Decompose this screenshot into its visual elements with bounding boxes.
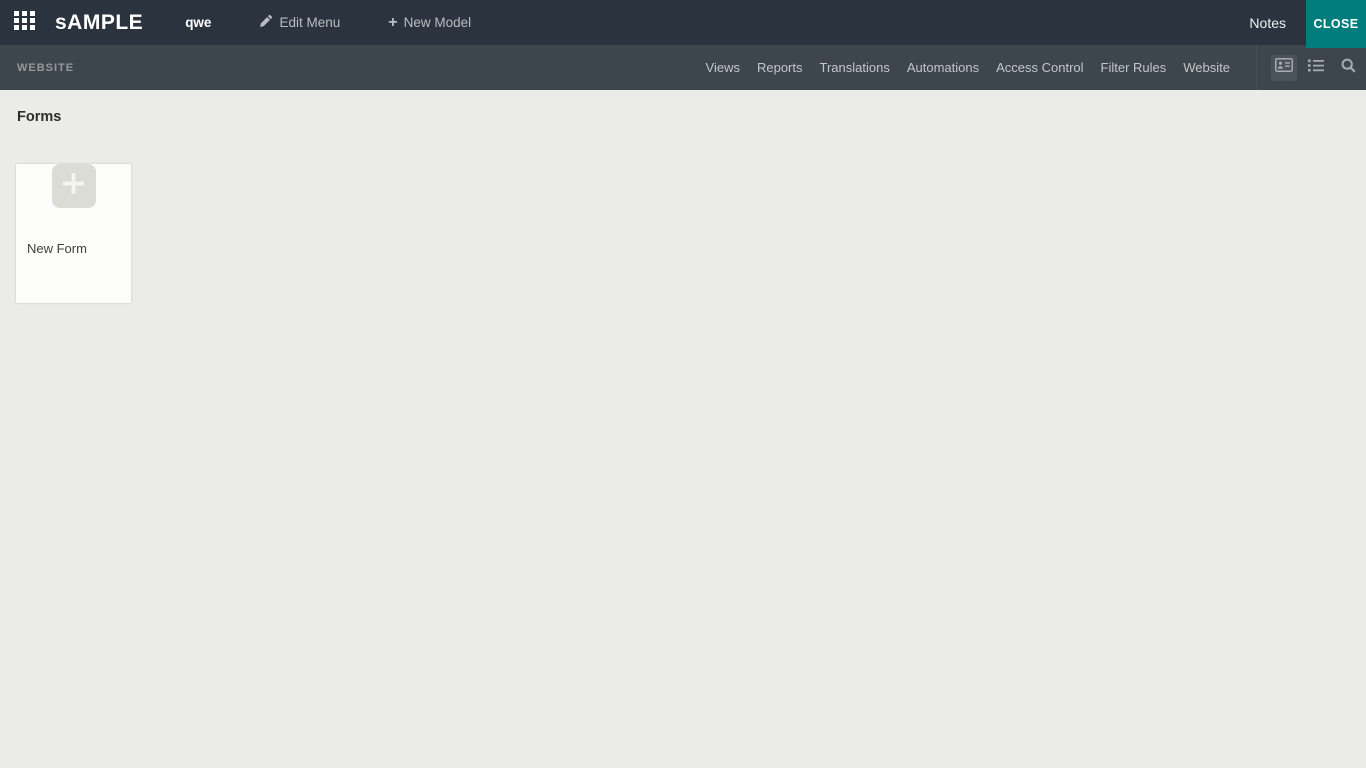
nav-item-website[interactable]: Website — [1183, 60, 1230, 75]
page-title: Forms — [17, 109, 1366, 125]
plus-placeholder — [52, 164, 96, 208]
search-icon — [1341, 58, 1356, 78]
menu-item-qwe[interactable]: qwe — [185, 15, 211, 30]
nav-item-access-control[interactable]: Access Control — [996, 60, 1083, 75]
list-view-icon — [1308, 59, 1324, 77]
nav-item-translations[interactable]: Translations — [820, 60, 890, 75]
subbar-divider — [1256, 45, 1257, 90]
nav-item-reports[interactable]: Reports — [757, 60, 803, 75]
close-button[interactable]: CLOSE — [1306, 0, 1366, 48]
plus-placeholder-icon — [62, 172, 85, 200]
new-form-card[interactable]: New Form — [16, 164, 131, 303]
plus-icon: + — [388, 15, 397, 31]
subbar-nav: Views Reports Translations Automations A… — [706, 60, 1230, 75]
studio-sub-bar: WEBSITE Views Reports Translations Autom… — [0, 45, 1366, 90]
edit-menu-button[interactable]: Edit Menu — [259, 14, 340, 31]
kanban-view-icon — [1275, 58, 1293, 77]
nav-item-views[interactable]: Views — [706, 60, 740, 75]
new-form-label: New Form — [27, 241, 131, 256]
nav-item-filter-rules[interactable]: Filter Rules — [1101, 60, 1167, 75]
section-label-website: WEBSITE — [17, 62, 74, 74]
pencil-icon — [259, 14, 273, 31]
list-view-button[interactable] — [1303, 55, 1329, 81]
apps-grid-icon — [14, 11, 35, 35]
main-content: Forms New Form — [0, 90, 1366, 768]
notes-menu-item[interactable]: Notes — [1249, 15, 1286, 31]
nav-item-automations[interactable]: Automations — [907, 60, 979, 75]
top-bar: sAMPLE qwe Edit Menu + New Model Notes C… — [0, 0, 1366, 45]
apps-menu-button[interactable] — [0, 0, 49, 45]
edit-menu-label: Edit Menu — [279, 15, 340, 30]
app-title: sAMPLE — [55, 11, 143, 35]
new-model-button[interactable]: + New Model — [388, 15, 471, 31]
kanban-view-button[interactable] — [1271, 55, 1297, 81]
new-model-label: New Model — [404, 15, 472, 30]
search-button[interactable] — [1335, 55, 1361, 81]
view-switcher — [1271, 55, 1361, 81]
